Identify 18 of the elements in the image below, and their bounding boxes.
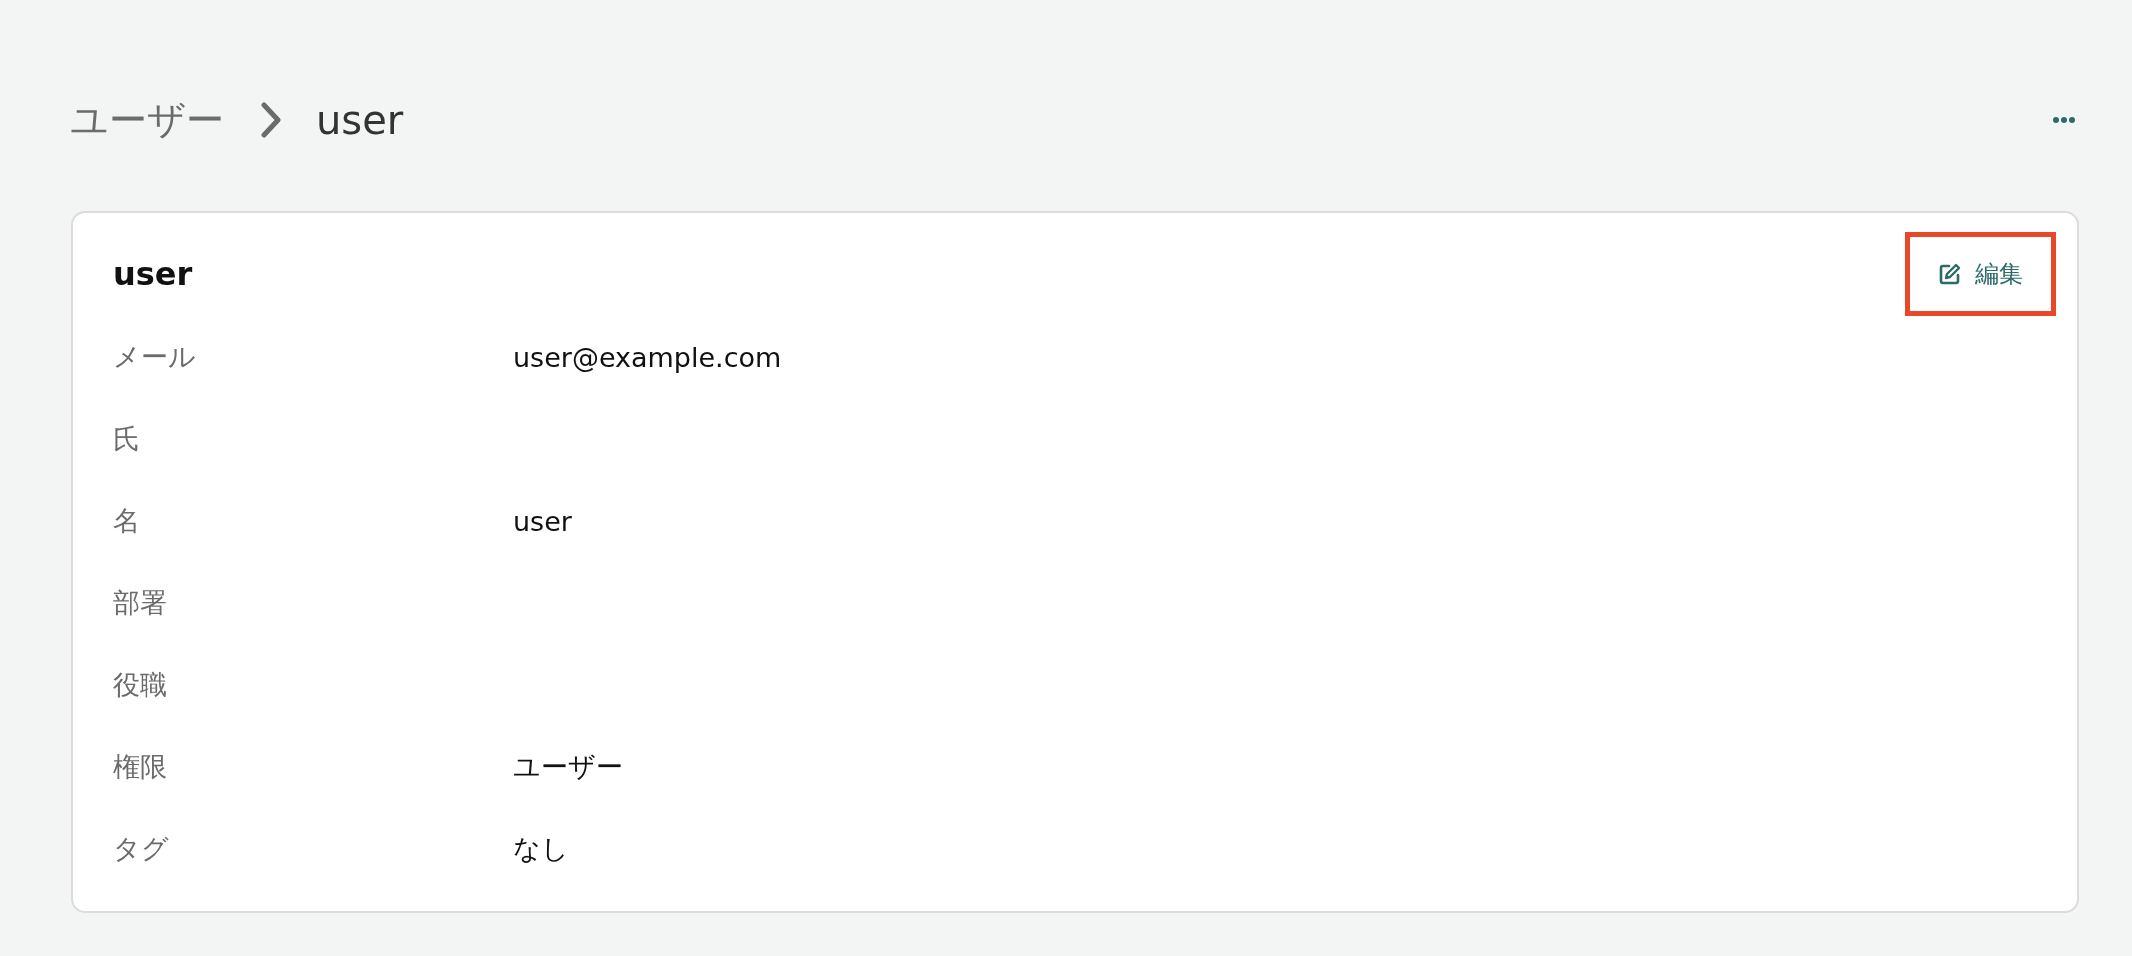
edit-icon xyxy=(1938,263,1961,285)
breadcrumb-link[interactable]: ユーザー xyxy=(70,94,224,146)
field-label: 権限 xyxy=(113,750,168,784)
field-value: user@example.com xyxy=(513,341,782,373)
field-label: メール xyxy=(113,340,197,374)
field-label: 氏 xyxy=(113,422,141,456)
field-label: 役職 xyxy=(113,668,168,702)
edit-button[interactable]: 編集 xyxy=(1905,232,2056,316)
more-icon[interactable] xyxy=(2052,116,2076,124)
field-value: なし xyxy=(513,832,569,866)
field-value: user xyxy=(513,505,572,537)
field-value: ユーザー xyxy=(513,750,623,784)
field-label: タグ xyxy=(113,832,170,866)
card-title: user xyxy=(113,255,193,293)
field-label: 部署 xyxy=(113,586,168,620)
breadcrumb-current: user xyxy=(316,97,404,143)
chevron-right-icon xyxy=(260,102,282,138)
field-label: 名 xyxy=(113,504,141,538)
